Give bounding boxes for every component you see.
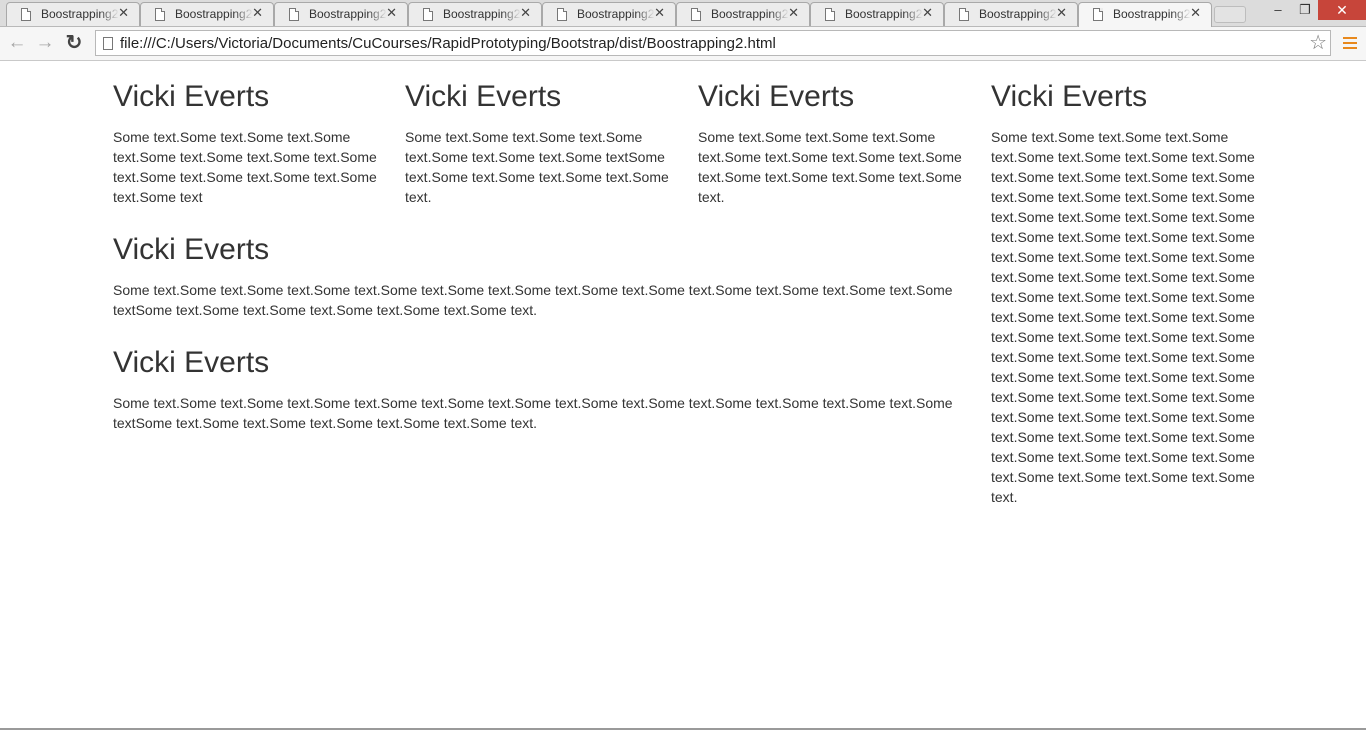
tab-title: Boostrapping2. — [1113, 7, 1191, 21]
address-bar[interactable]: file:///C:/Users/Victoria/Documents/CuCo… — [95, 30, 1331, 56]
block-heading: Vicki Everts — [698, 80, 855, 113]
browser-tab[interactable]: Boostrapping2. ✕ — [6, 2, 140, 26]
tab-title: Boostrapping2. — [41, 7, 119, 21]
block-text: Some text.Some text.Some text.Some text.… — [698, 129, 962, 205]
page-icon — [1093, 8, 1103, 21]
tab-close-icon[interactable]: ✕ — [788, 6, 799, 19]
browser-tab-active[interactable]: Boostrapping2. ✕ — [1078, 2, 1212, 27]
tab-title: Boostrapping2. — [845, 7, 923, 21]
block-text: Some text.Some text.Some text.Some text.… — [113, 395, 953, 431]
browser-tab[interactable]: Boostrapping2. ✕ — [944, 2, 1078, 26]
reload-icon[interactable]: ↻ — [62, 31, 86, 55]
browser-tab[interactable]: Boostrapping2. ✕ — [810, 2, 944, 26]
block-heading: Vicki Everts — [113, 80, 270, 113]
content-block: Vicki Everts Some text.Some text.Some te… — [113, 80, 379, 207]
tab-close-icon[interactable]: ✕ — [386, 6, 397, 19]
block-heading: Vicki Everts — [405, 80, 562, 113]
tab-title: Boostrapping2. — [577, 7, 655, 21]
tab-close-icon[interactable]: ✕ — [520, 6, 531, 19]
tab-close-icon[interactable]: ✕ — [654, 6, 665, 19]
page-icon — [959, 8, 969, 21]
browser-tab[interactable]: Boostrapping2. ✕ — [676, 2, 810, 26]
forward-arrow-icon[interactable]: → — [33, 31, 57, 55]
block-text: Some text.Some text.Some text.Some text.… — [113, 282, 953, 318]
content-block: Vicki Everts Some text.Some text.Some te… — [113, 233, 955, 320]
tab-strip: Boostrapping2. ✕ Boostrapping2. ✕ Boostr… — [0, 0, 1366, 27]
star-icon[interactable]: ☆ — [1309, 30, 1327, 56]
page-icon — [103, 37, 113, 50]
browser-tab[interactable]: Boostrapping2. ✕ — [140, 2, 274, 26]
content-block: Vicki Everts Some text.Some text.Some te… — [991, 80, 1257, 507]
back-arrow-icon[interactable]: ← — [5, 31, 29, 55]
page-viewport: Vicki Everts Some text.Some text.Some te… — [0, 61, 1366, 730]
page-icon — [557, 8, 567, 21]
tab-close-icon[interactable]: ✕ — [1190, 6, 1201, 19]
maximize-button[interactable]: ❐ — [1292, 0, 1318, 20]
page-icon — [21, 8, 31, 21]
page-icon — [825, 8, 835, 21]
tab-title: Boostrapping2. — [443, 7, 521, 21]
page-icon — [423, 8, 433, 21]
tab-close-icon[interactable]: ✕ — [1056, 6, 1067, 19]
tab-close-icon[interactable]: ✕ — [922, 6, 933, 19]
browser-tab[interactable]: Boostrapping2. ✕ — [542, 2, 676, 26]
page-icon — [289, 8, 299, 21]
tab-title: Boostrapping2. — [979, 7, 1057, 21]
block-heading: Vicki Everts — [113, 233, 270, 266]
minimize-button[interactable]: – — [1264, 0, 1292, 20]
block-text: Some text.Some text.Some text.Some text.… — [991, 129, 1255, 505]
close-window-button[interactable]: ✕ — [1318, 0, 1366, 20]
content-block: Vicki Everts Some text.Some text.Some te… — [113, 346, 955, 433]
block-heading: Vicki Everts — [991, 80, 1148, 113]
new-tab-button[interactable] — [1214, 6, 1246, 23]
address-bar-url[interactable]: file:///C:/Users/Victoria/Documents/CuCo… — [120, 35, 776, 52]
browser-tab[interactable]: Boostrapping2. ✕ — [408, 2, 542, 26]
tab-title: Boostrapping2. — [175, 7, 253, 21]
browser-tab[interactable]: Boostrapping2. ✕ — [274, 2, 408, 26]
block-text: Some text.Some text.Some text.Some text.… — [405, 129, 669, 205]
content-block: Vicki Everts Some text.Some text.Some te… — [698, 80, 964, 207]
block-heading: Vicki Everts — [113, 346, 270, 379]
hamburger-menu-icon[interactable] — [1343, 37, 1357, 50]
content-block: Vicki Everts Some text.Some text.Some te… — [405, 80, 671, 207]
tab-close-icon[interactable]: ✕ — [118, 6, 129, 19]
page-icon — [155, 8, 165, 21]
block-text: Some text.Some text.Some text.Some text.… — [113, 129, 377, 205]
tab-close-icon[interactable]: ✕ — [252, 6, 263, 19]
tab-title: Boostrapping2. — [711, 7, 789, 21]
page-icon — [691, 8, 701, 21]
tab-title: Boostrapping2. — [309, 7, 387, 21]
browser-toolbar: ← → ↻ file:///C:/Users/Victoria/Document… — [0, 27, 1366, 61]
